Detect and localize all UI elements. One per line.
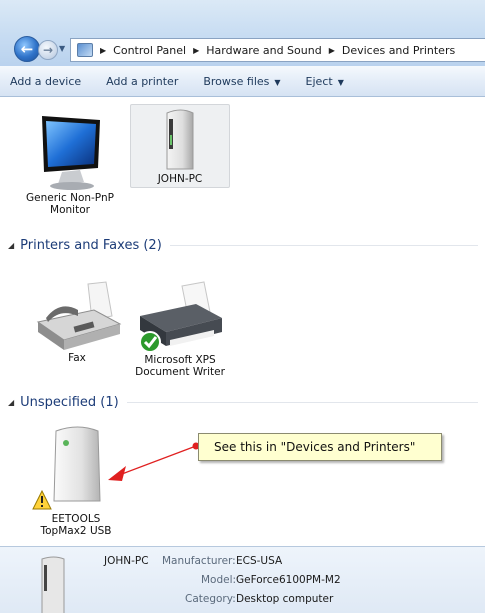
- device-eetools-topmax2[interactable]: EETOOLS TopMax2 USB: [28, 425, 124, 541]
- breadcrumb-arrow-icon[interactable]: ▶: [326, 46, 338, 55]
- details-pane: JOHN-PC Manufacturer: ECS-USA Model: GeF…: [0, 546, 485, 613]
- fax-icon: [36, 281, 122, 350]
- category-value: Desktop computer: [236, 593, 334, 605]
- breadcrumb-hardware-and-sound[interactable]: Hardware and Sound: [206, 44, 321, 57]
- back-button[interactable]: ←: [14, 36, 40, 62]
- group-header-printers[interactable]: ◢ Printers and Faxes (2): [8, 238, 478, 253]
- recent-pages-dropdown[interactable]: ▼: [59, 44, 69, 56]
- browse-files-label: Browse files: [203, 74, 270, 88]
- printer-icon: [139, 281, 222, 353]
- breadcrumb-devices-and-printers[interactable]: Devices and Printers: [342, 44, 455, 57]
- device-label: JOHN-PC: [157, 173, 203, 185]
- eject-button[interactable]: Eject ▼: [306, 75, 344, 88]
- device-john-pc[interactable]: JOHN-PC: [130, 104, 230, 188]
- model-label: Model:: [201, 574, 237, 586]
- breadcrumb-arrow-icon[interactable]: ▶: [190, 46, 202, 55]
- device-label: Monitor: [50, 204, 90, 216]
- group-divider: [126, 402, 478, 403]
- computer-tower-icon: [41, 556, 65, 613]
- unknown-device-icon: [32, 426, 101, 510]
- group-title: Printers and Faxes (2): [20, 238, 162, 253]
- device-label: Fax: [68, 352, 86, 364]
- breadcrumb-arrow-icon[interactable]: ▶: [97, 46, 109, 55]
- group-title: Unspecified (1): [20, 395, 119, 410]
- device-label: Generic Non-PnP: [26, 192, 114, 204]
- model-value: GeForce6100PM-M2: [236, 574, 341, 586]
- group-divider: [169, 245, 478, 246]
- manufacturer-value: ECS-USA: [236, 555, 283, 567]
- chevron-down-icon: ▼: [274, 77, 281, 87]
- title-bar: ← → ▼ ▶ Control Panel ▶ Hardware and Sou…: [0, 0, 485, 66]
- collapse-triangle-icon[interactable]: ◢: [8, 241, 14, 250]
- device-fax[interactable]: Fax: [30, 280, 124, 372]
- add-device-button[interactable]: Add a device: [10, 75, 81, 88]
- category-label: Category:: [185, 593, 236, 605]
- group-header-unspecified[interactable]: ◢ Unspecified (1): [8, 395, 478, 410]
- eject-label: Eject: [305, 74, 333, 88]
- computer-tower-icon: [166, 109, 194, 170]
- breadcrumb-control-panel[interactable]: Control Panel: [113, 44, 186, 57]
- device-label: EETOOLS: [51, 513, 101, 525]
- device-label: Microsoft XPS: [144, 354, 216, 366]
- device-label: Document Writer: [135, 366, 225, 378]
- device-label: TopMax2 USB: [40, 525, 112, 537]
- add-printer-button[interactable]: Add a printer: [106, 75, 178, 88]
- command-bar: Add a device Add a printer Browse files ▼…: [0, 66, 485, 97]
- details-device-name: JOHN-PC: [104, 555, 149, 567]
- monitor-icon: [42, 116, 100, 190]
- annotation-callout: See this in "Devices and Printers": [198, 433, 442, 461]
- address-bar[interactable]: ▶ Control Panel ▶ Hardware and Sound ▶ D…: [70, 38, 485, 62]
- chevron-down-icon: ▼: [337, 77, 344, 87]
- forward-button[interactable]: →: [38, 40, 58, 60]
- device-microsoft-xps[interactable]: Microsoft XPS Document Writer: [130, 280, 230, 386]
- manufacturer-label: Manufacturer:: [162, 555, 236, 567]
- collapse-triangle-icon[interactable]: ◢: [8, 398, 14, 407]
- control-panel-icon: [77, 43, 93, 57]
- device-generic-monitor[interactable]: Generic Non-PnP Monitor: [22, 106, 118, 230]
- browse-files-button[interactable]: Browse files ▼: [203, 75, 280, 88]
